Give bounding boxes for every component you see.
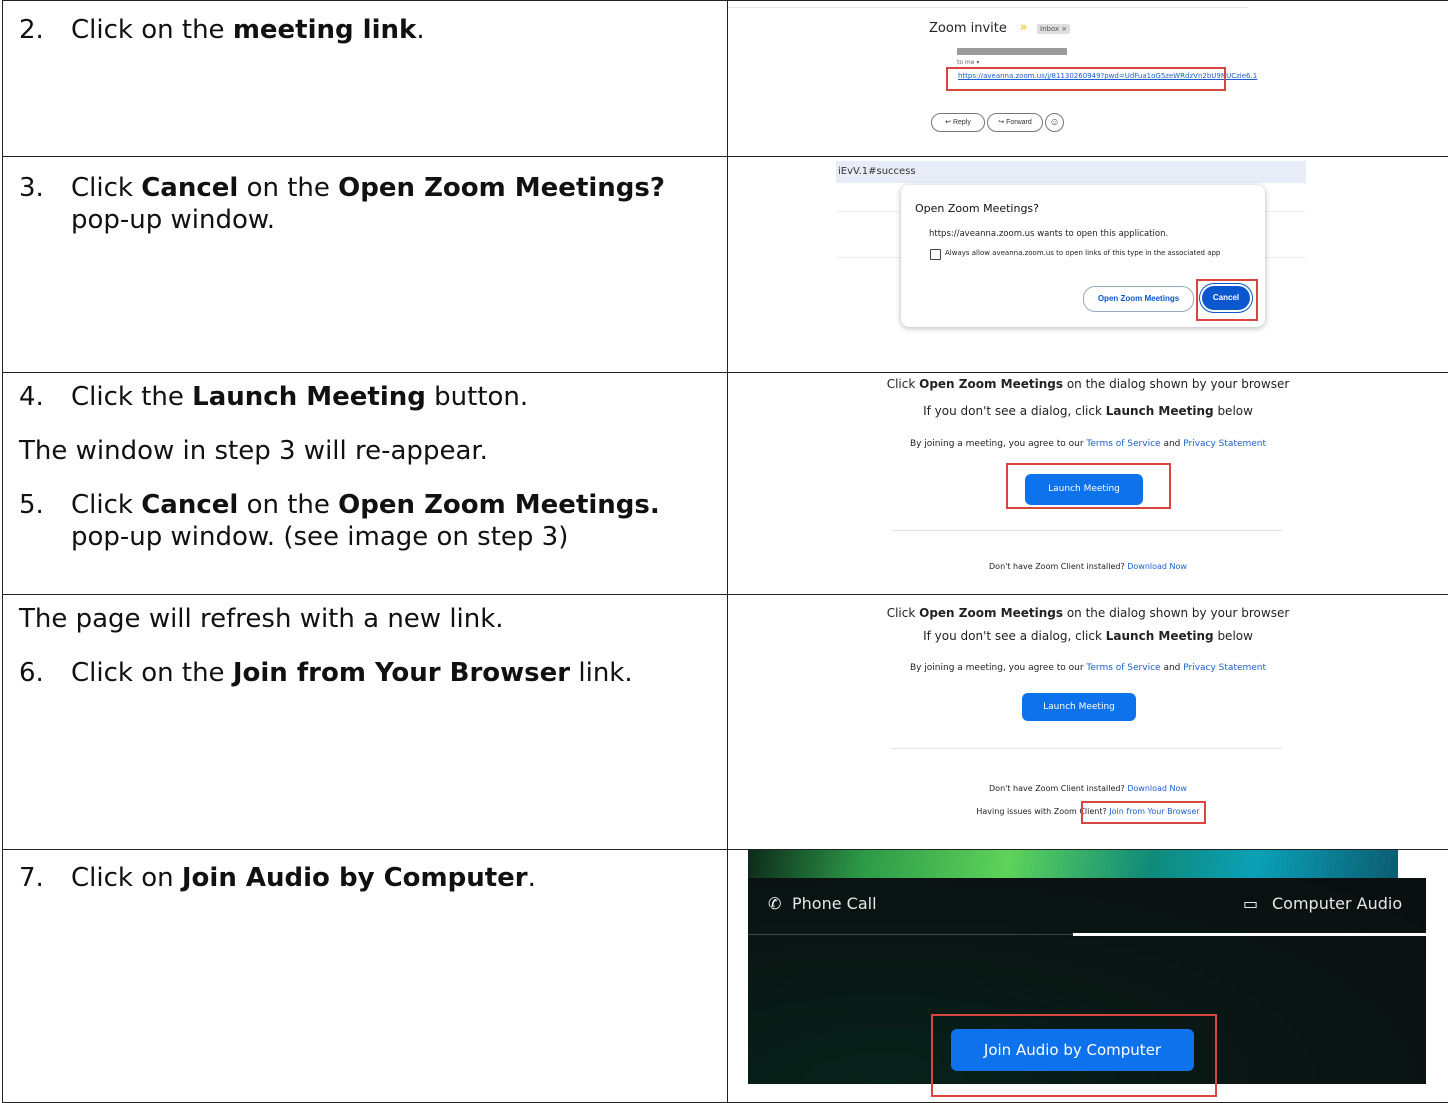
download-link[interactable]: Download Now — [1127, 562, 1187, 571]
agreement-text: By joining a meeting, you agree to our T… — [728, 663, 1448, 673]
dialog-instruction: Click Open Zoom Meetings on the dialog s… — [728, 377, 1448, 391]
computer-audio-tab[interactable]: Computer Audio — [1272, 894, 1402, 913]
to-me-label[interactable]: to me ▾ — [957, 59, 979, 66]
highlight-box — [931, 1014, 1217, 1097]
step-number: 3. — [19, 172, 44, 204]
redacted-sender — [957, 48, 1067, 55]
video-background — [748, 850, 1398, 878]
emphasis: Join Audio by Computer — [182, 863, 528, 893]
step-note: The page will refresh with a new link. — [3, 603, 727, 635]
reply-icon: ↩ — [945, 119, 951, 126]
highlight-box — [1081, 801, 1206, 824]
screenshot-cell: Click Open Zoom Meetings on the dialog s… — [728, 595, 1448, 850]
join-browser-screenshot: Click Open Zoom Meetings on the dialog s… — [728, 595, 1448, 849]
step-note: The window in step 3 will re-appear. — [3, 435, 727, 467]
browser-dialog-screenshot: iEvV.1#success Open Zoom Meetings? https… — [728, 157, 1448, 372]
email-subject: Zoom invite — [929, 21, 1007, 36]
audio-panel: ✆ Phone Call ▭ Computer Audio Join Audio… — [748, 878, 1426, 1084]
emphasis: Cancel — [141, 490, 238, 520]
step-4-text: 4.Click the Launch Meeting button. — [3, 381, 727, 413]
launch-page-screenshot: Click Open Zoom Meetings on the dialog s… — [728, 373, 1448, 594]
tab-divider — [748, 934, 1073, 935]
step-6-text: 6.Click on the Join from Your Browser li… — [3, 657, 727, 689]
step-row-7: 7.Click on Join Audio by Computer. ✆ Pho… — [3, 850, 1448, 1103]
inbox-badge[interactable]: Inbox × — [1037, 24, 1070, 34]
step-row-2: 2.Click on the meeting link. Zoom invite… — [3, 1, 1448, 157]
dialog-text: https://aveanna.zoom.us wants to open th… — [929, 229, 1168, 239]
step-7-text: 7.Click on Join Audio by Computer. — [3, 862, 727, 894]
phone-call-tab[interactable]: Phone Call — [792, 894, 877, 913]
highlight-box — [946, 67, 1226, 91]
active-tab-indicator — [1073, 933, 1426, 936]
screenshot-cell: Zoom invite » Inbox × to me ▾ https://av… — [728, 1, 1448, 157]
dialog-hint: If you don't see a dialog, click Launch … — [728, 629, 1448, 643]
instruction-cell: 4.Click the Launch Meeting button. The w… — [3, 373, 728, 595]
instruction-cell: 3.Click Cancel on the Open Zoom Meetings… — [3, 157, 728, 373]
terms-link[interactable]: Terms of Service — [1086, 663, 1160, 673]
url-fragment: iEvV.1#success — [838, 166, 916, 177]
agreement-text: By joining a meeting, you agree to our T… — [728, 439, 1448, 449]
reply-button[interactable]: ↩ Reply — [931, 113, 985, 132]
emphasis: meeting link — [233, 15, 417, 45]
step-number: 2. — [19, 14, 44, 46]
step-3-text: 3.Click Cancel on the Open Zoom Meetings… — [3, 172, 727, 236]
phone-icon: ✆ — [768, 894, 781, 913]
download-prompt: Don't have Zoom Client installed? Downlo… — [728, 562, 1448, 571]
highlight-box — [1006, 463, 1171, 509]
steps-table: 2.Click on the meeting link. Zoom invite… — [2, 0, 1448, 1103]
terms-link[interactable]: Terms of Service — [1086, 439, 1160, 449]
download-prompt: Don't have Zoom Client installed? Downlo… — [728, 784, 1448, 793]
emphasis: Open Zoom Meetings. — [338, 490, 660, 520]
step-row-3: 3.Click Cancel on the Open Zoom Meetings… — [3, 157, 1448, 373]
screenshot-cell: ✆ Phone Call ▭ Computer Audio Join Audio… — [728, 850, 1448, 1103]
email-screenshot: Zoom invite » Inbox × to me ▾ https://av… — [728, 1, 1448, 156]
checkbox-label: Always allow aveanna.zoom.us to open lin… — [945, 249, 1220, 257]
emphasis: Join from Your Browser — [233, 658, 570, 688]
instruction-cell: 2.Click on the meeting link. — [3, 1, 728, 157]
importance-icon: » — [1020, 20, 1027, 34]
step-number: 5. — [19, 489, 44, 521]
highlight-box — [1196, 279, 1258, 321]
open-zoom-meetings-button[interactable]: Open Zoom Meetings — [1083, 286, 1194, 312]
step-number: 6. — [19, 657, 44, 689]
step-2-text: 2.Click on the meeting link. — [3, 14, 727, 46]
computer-icon: ▭ — [1243, 894, 1258, 913]
open-zoom-dialog: Open Zoom Meetings? https://aveanna.zoom… — [901, 185, 1265, 327]
forward-button[interactable]: ↪ Forward — [987, 113, 1043, 132]
download-link[interactable]: Download Now — [1127, 784, 1187, 793]
step-5-text: 5.Click Cancel on the Open Zoom Meetings… — [3, 489, 727, 553]
instruction-cell: The page will refresh with a new link. 6… — [3, 595, 728, 850]
launch-meeting-button[interactable]: Launch Meeting — [1022, 693, 1136, 721]
emphasis: Launch Meeting — [192, 382, 426, 412]
step-number: 7. — [19, 862, 44, 894]
audio-screenshot: ✆ Phone Call ▭ Computer Audio Join Audio… — [728, 850, 1448, 1102]
screenshot-cell: Click Open Zoom Meetings on the dialog s… — [728, 373, 1448, 595]
forward-icon: ↪ — [998, 119, 1004, 126]
step-row-4-5: 4.Click the Launch Meeting button. The w… — [3, 373, 1448, 595]
always-allow-checkbox[interactable] — [930, 249, 941, 260]
emphasis: Cancel — [141, 173, 238, 203]
privacy-link[interactable]: Privacy Statement — [1183, 439, 1266, 449]
step-row-6: The page will refresh with a new link. 6… — [3, 595, 1448, 850]
dialog-instruction: Click Open Zoom Meetings on the dialog s… — [728, 606, 1448, 620]
screenshot-cell: iEvV.1#success Open Zoom Meetings? https… — [728, 157, 1448, 373]
emoji-icon[interactable]: ☺ — [1045, 113, 1064, 132]
dialog-title: Open Zoom Meetings? — [915, 202, 1039, 215]
instruction-cell: 7.Click on Join Audio by Computer. — [3, 850, 728, 1103]
emphasis: Open Zoom Meetings? — [338, 173, 665, 203]
step-number: 4. — [19, 381, 44, 413]
dialog-hint: If you don't see a dialog, click Launch … — [728, 404, 1448, 418]
privacy-link[interactable]: Privacy Statement — [1183, 663, 1266, 673]
